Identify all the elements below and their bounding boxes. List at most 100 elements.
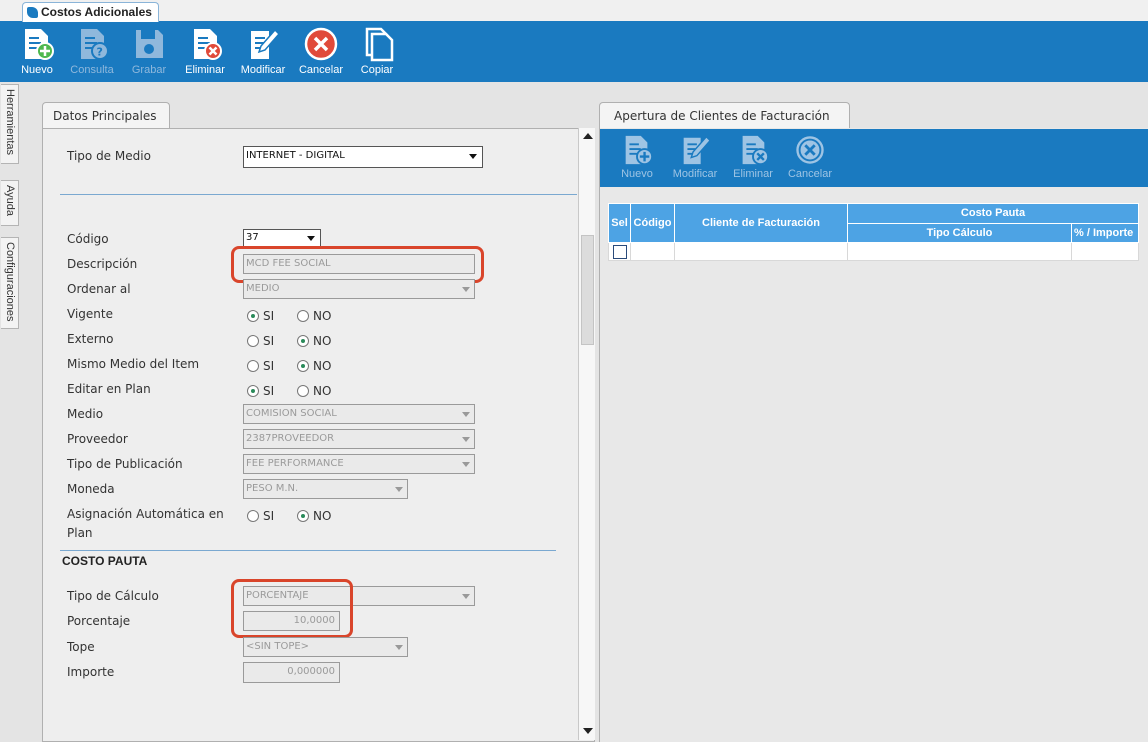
radio-icon (297, 310, 309, 322)
side-tab-ayuda[interactable]: Ayuda (1, 180, 19, 226)
vigente-no-radio[interactable]: NO (297, 309, 331, 323)
chevron-down-icon (395, 487, 403, 492)
tope-select[interactable]: <SIN TOPE> (243, 637, 408, 657)
grid-cell-codigo[interactable] (630, 242, 675, 261)
chevron-down-icon (462, 594, 470, 599)
right-cancelar-button[interactable]: Cancelar (785, 133, 835, 180)
scroll-down-icon[interactable] (583, 728, 593, 734)
clientes-grid: Sel Código Cliente de Facturación Costo … (608, 203, 1139, 261)
radio-selected-icon (247, 385, 259, 397)
right-cancelar-label: Cancelar (787, 168, 833, 180)
chevron-down-icon (462, 412, 470, 417)
chevron-down-icon (469, 154, 477, 159)
delete-doc-icon (194, 29, 222, 60)
app-tab-icon (27, 7, 38, 18)
scroll-thumb[interactable] (581, 235, 594, 345)
radio-selected-icon (297, 360, 309, 372)
moneda-label: Moneda (67, 482, 115, 496)
radio-selected-icon (297, 510, 309, 522)
right-nuevo-label: Nuevo (621, 168, 653, 180)
consulta-button[interactable]: ? Consulta (68, 26, 116, 76)
grid-header-codigo[interactable]: Código (630, 203, 675, 243)
codigo-select[interactable]: 37 (243, 229, 321, 247)
edit-doc-icon (251, 28, 281, 59)
medio-select[interactable]: COMISION SOCIAL (243, 404, 475, 424)
tab-apertura-clientes[interactable]: Apertura de Clientes de Facturación (599, 102, 850, 129)
side-tab-herramientas[interactable]: Herramientas (1, 84, 19, 164)
radio-label: NO (313, 309, 332, 323)
editar-plan-si-radio[interactable]: SI (247, 384, 274, 398)
copiar-button[interactable]: Copiar (356, 26, 398, 76)
grid-header-importe[interactable]: % / Importe (1071, 222, 1139, 243)
delete-doc-icon (742, 135, 770, 166)
proveedor-select[interactable]: 2387PROVEEDOR (243, 429, 475, 449)
tab-datos-principales[interactable]: Datos Principales (42, 102, 170, 129)
app-tab-costos-adicionales[interactable]: Costos Adicionales (22, 2, 159, 22)
moneda-select[interactable]: PESO M.N. (243, 479, 408, 499)
proveedor-value: 2387PROVEEDOR (246, 433, 335, 444)
mismo-medio-no-radio[interactable]: NO (297, 359, 331, 373)
grid-cell-tipo[interactable] (847, 242, 1072, 261)
right-nuevo-button[interactable]: Nuevo (618, 133, 656, 180)
grid-header-costo-pauta: Costo Pauta (847, 203, 1139, 224)
asignacion-no-radio[interactable]: NO (297, 509, 331, 523)
tipo-publicacion-label: Tipo de Publicación (67, 457, 183, 471)
radio-label: SI (263, 384, 275, 398)
edit-doc-icon (683, 135, 712, 165)
side-tab-configuraciones[interactable]: Configuraciones (1, 237, 19, 329)
grid-header-tipo-calculo[interactable]: Tipo Cálculo (847, 222, 1072, 243)
grid-cell-cliente[interactable] (674, 242, 848, 261)
row-checkbox[interactable] (612, 244, 627, 259)
medio-label: Medio (67, 407, 104, 421)
right-modificar-label: Modificar (672, 168, 718, 180)
editar-plan-no-radio[interactable]: NO (297, 384, 331, 398)
ordenar-label: Ordenar al (67, 282, 131, 296)
highlight-descripcion (231, 246, 484, 283)
save-icon (136, 30, 163, 58)
radio-icon (247, 360, 259, 372)
chevron-down-icon (462, 437, 470, 442)
app-tab-label: Costos Adicionales (41, 5, 152, 19)
radio-label: SI (263, 334, 275, 348)
right-eliminar-button[interactable]: Eliminar (732, 133, 774, 180)
cancel-icon (795, 135, 825, 165)
asignacion-si-radio[interactable]: SI (247, 509, 274, 523)
scroll-up-icon[interactable] (583, 133, 593, 139)
right-modificar-button[interactable]: Modificar (670, 133, 720, 180)
tipo-medio-select[interactable]: INTERNET - DIGITAL (243, 146, 483, 168)
modificar-button[interactable]: Modificar (238, 26, 288, 76)
externo-si-radio[interactable]: SI (247, 334, 274, 348)
tope-value: <SIN TOPE> (246, 641, 310, 652)
proveedor-label: Proveedor (67, 432, 128, 446)
grid-header-sel[interactable]: Sel (608, 203, 631, 243)
chevron-down-icon (307, 236, 315, 241)
ordenar-select[interactable]: MEDIO (243, 279, 475, 299)
editar-plan-label: Editar en Plan (67, 382, 151, 396)
vigente-si-radio[interactable]: SI (247, 309, 274, 323)
eliminar-button[interactable]: Eliminar (182, 26, 228, 76)
modificar-label: Modificar (240, 64, 286, 76)
left-scrollbar[interactable] (578, 128, 595, 740)
externo-no-radio[interactable]: NO (297, 334, 331, 348)
table-row[interactable] (608, 242, 1139, 261)
radio-label: NO (313, 334, 332, 348)
importe-field[interactable]: 0,000000 (243, 662, 340, 683)
radio-label: NO (313, 509, 332, 523)
app-tab-bar: Costos Adicionales (0, 0, 1148, 22)
tipo-publicacion-select[interactable]: FEE PERFORMANCE (243, 454, 475, 474)
eliminar-label: Eliminar (185, 64, 225, 76)
section-divider (60, 550, 556, 551)
tab-label: Datos Principales (53, 109, 157, 123)
grid-header-cliente[interactable]: Cliente de Facturación (674, 203, 848, 243)
cancelar-label: Cancelar (298, 64, 344, 76)
grabar-button[interactable]: Grabar (128, 26, 170, 76)
mismo-medio-si-radio[interactable]: SI (247, 359, 274, 373)
cancelar-button[interactable]: Cancelar (297, 26, 345, 76)
new-doc-icon (25, 29, 54, 60)
grid-cell-importe[interactable] (1071, 242, 1139, 261)
nuevo-button[interactable]: Nuevo (18, 26, 56, 76)
radio-label: NO (313, 384, 332, 398)
side-tab-label: Herramientas (4, 89, 16, 156)
externo-label: Externo (67, 332, 114, 346)
grid-cell-sel[interactable] (608, 242, 631, 261)
